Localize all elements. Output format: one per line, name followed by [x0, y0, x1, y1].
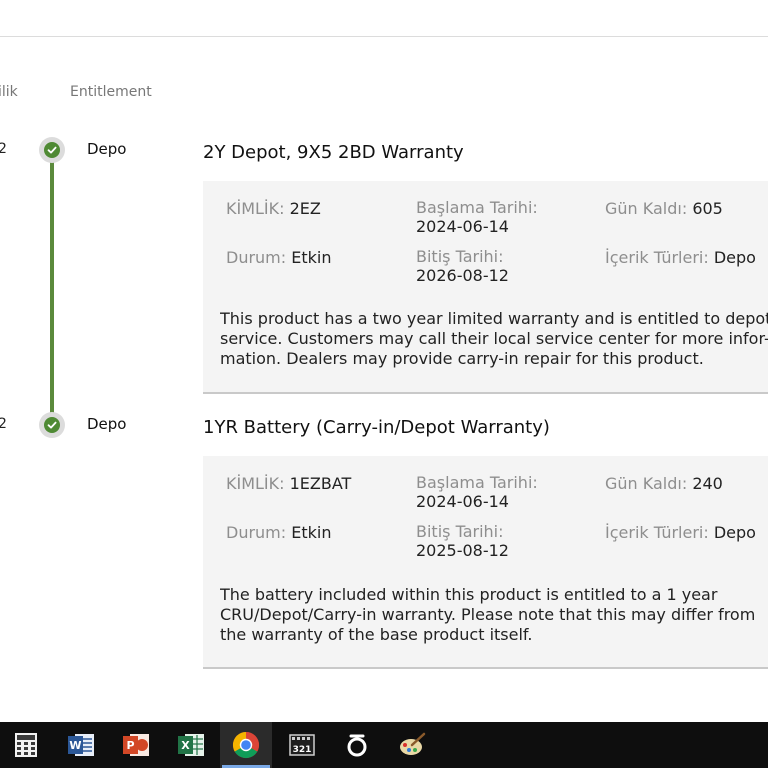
start-date-value: 2024-06-14	[416, 492, 509, 511]
start-date-label: Başlama Tarihi:	[416, 198, 538, 217]
id-field: KİMLİK: 2EZ	[226, 199, 321, 218]
excel-icon[interactable]: X	[165, 722, 217, 768]
end-date-value: 2025-08-12	[416, 541, 509, 560]
warranty-description: The battery included within this product…	[220, 585, 768, 645]
ring-app-icon[interactable]	[331, 722, 383, 768]
days-left-value: 605	[692, 199, 723, 218]
days-left-field: Gün Kaldı: 605	[605, 199, 723, 218]
days-left-label: Gün Kaldı:	[605, 199, 688, 218]
description-line: This product has a two year limited warr…	[220, 309, 768, 328]
taskbar: W P X 321	[0, 722, 768, 768]
svg-text:P: P	[126, 739, 134, 752]
timeline-entitlement-label: Depo	[87, 415, 127, 433]
description-line: the warranty of the base product itself.	[220, 625, 533, 644]
content-type-field: İçerik Türleri: Depo	[605, 248, 756, 267]
description-line: CRU/Depot/Carry-in warranty. Please note…	[220, 605, 756, 624]
calculator-icon[interactable]	[0, 722, 52, 768]
id-label: KİMLİK:	[226, 474, 285, 493]
svg-text:321: 321	[293, 745, 312, 755]
timeline-check-icon	[39, 412, 65, 438]
chrome-icon[interactable]	[220, 722, 272, 768]
start-date-field: Başlama Tarihi: 2024-06-14	[416, 198, 538, 236]
paint-icon[interactable]	[386, 722, 438, 768]
end-date-value: 2026-08-12	[416, 266, 509, 285]
warranty-title: 2Y Depot, 9X5 2BD Warranty	[203, 142, 464, 163]
warranty-title: 1YR Battery (Carry-in/Depot Warranty)	[203, 417, 550, 438]
id-value: 1EZBAT	[289, 474, 352, 493]
row-2-date-fragment: 2	[0, 416, 7, 432]
svg-text:X: X	[181, 739, 190, 752]
status-field: Durum: Etkin	[226, 523, 331, 542]
status-field: Durum: Etkin	[226, 248, 331, 267]
start-date-field: Başlama Tarihi: 2024-06-14	[416, 473, 538, 511]
content-type-value: Depo	[713, 248, 756, 267]
header-divider	[0, 36, 768, 37]
end-date-label: Bitiş Tarihi:	[416, 247, 504, 266]
svg-text:W: W	[69, 739, 81, 752]
start-date-label: Başlama Tarihi:	[416, 473, 538, 492]
description-line: mation. Dealers may provide carry-in rep…	[220, 349, 704, 368]
end-date-field: Bitiş Tarihi: 2026-08-12	[416, 247, 509, 285]
word-icon[interactable]: W	[55, 722, 107, 768]
timeline-connector	[50, 150, 54, 426]
status-label: Durum:	[226, 248, 287, 267]
content-type-label: İçerik Türleri:	[605, 248, 709, 267]
warranty-details-card: KİMLİK: 1EZBAT Başlama Tarihi: 2024-06-1…	[203, 456, 768, 669]
id-value: 2EZ	[289, 199, 321, 218]
warranty-details-card: KİMLİK: 2EZ Başlama Tarihi: 2024-06-14 G…	[203, 181, 768, 394]
days-left-value: 240	[692, 474, 723, 493]
id-field: KİMLİK: 1EZBAT	[226, 474, 351, 493]
timeline-entitlement-label: Depo	[87, 140, 127, 158]
timeline-check-icon	[39, 137, 65, 163]
status-value: Etkin	[291, 248, 332, 267]
status-value: Etkin	[291, 523, 332, 542]
start-date-value: 2024-06-14	[416, 217, 509, 236]
description-line: service. Customers may call their local …	[220, 329, 768, 348]
description-line: The battery included within this product…	[220, 585, 718, 604]
content-type-value: Depo	[713, 523, 756, 542]
status-label: Durum:	[226, 523, 287, 542]
content-type-field: İçerik Türleri: Depo	[605, 523, 756, 542]
days-left-label: Gün Kaldı:	[605, 474, 688, 493]
end-date-label: Bitiş Tarihi:	[416, 522, 504, 541]
powerpoint-icon[interactable]: P	[110, 722, 162, 768]
video-player-icon[interactable]: 321	[276, 722, 328, 768]
column-header-id: ilik	[0, 84, 18, 100]
id-label: KİMLİK:	[226, 199, 285, 218]
content-type-label: İçerik Türleri:	[605, 523, 709, 542]
warranty-description: This product has a two year limited warr…	[220, 309, 768, 369]
days-left-field: Gün Kaldı: 240	[605, 474, 723, 493]
end-date-field: Bitiş Tarihi: 2025-08-12	[416, 522, 509, 560]
row-1-date-fragment: 2	[0, 141, 7, 157]
column-header-entitlement: Entitlement	[70, 84, 152, 100]
